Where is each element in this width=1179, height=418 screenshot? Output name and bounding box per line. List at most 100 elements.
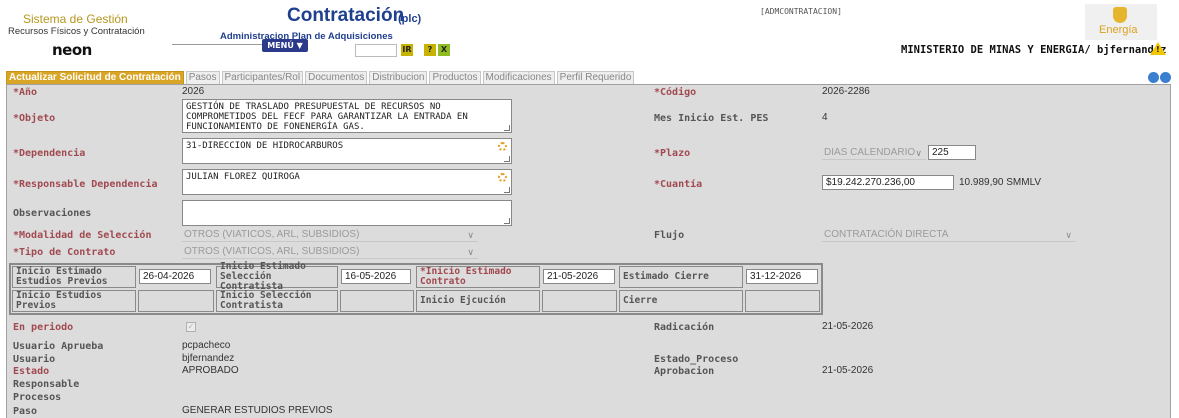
loading-icon bbox=[498, 173, 507, 182]
help-button[interactable]: ? bbox=[424, 44, 436, 56]
responsable-text: JULIAN FLOREZ QUIROGA bbox=[186, 172, 300, 182]
real-seleccion-label: Inicio Selección Contratista bbox=[216, 290, 338, 312]
estimado-cierre-input[interactable]: 31-12-2026 bbox=[746, 269, 818, 284]
tab-bar: Actualizar Solicitud de Contratación Pas… bbox=[6, 71, 636, 85]
flujo-select[interactable]: CONTRATACIÓN DIRECTA ∨ bbox=[822, 228, 1076, 242]
usuario-value: bjfernandez bbox=[182, 353, 235, 364]
tab-pasos[interactable]: Pasos bbox=[185, 71, 220, 85]
real-estudios-label: Inicio Estudios Previos bbox=[12, 290, 136, 312]
chevron-down-icon: ∨ bbox=[467, 247, 474, 257]
plazo-unit-value: DIAS CALENDARIO bbox=[824, 147, 916, 158]
chevron-down-icon: ∨ bbox=[1065, 230, 1072, 240]
tab-distribucion[interactable]: Distribucion bbox=[369, 71, 428, 85]
en-periodo-checkbox[interactable]: ✓ bbox=[186, 322, 196, 332]
close-button[interactable]: X bbox=[438, 44, 450, 56]
tab-documentos[interactable]: Documentos bbox=[305, 71, 368, 85]
resize-grip-icon[interactable] bbox=[504, 218, 510, 224]
responsable-label: Responsable bbox=[13, 379, 80, 390]
estado-label: Estado bbox=[13, 366, 50, 377]
go-button[interactable]: IR bbox=[401, 44, 413, 56]
inicio-estudios-input[interactable]: 26-04-2026 bbox=[139, 269, 211, 284]
tab-participantes[interactable]: Participantes/Rol bbox=[221, 71, 304, 85]
tab-productos[interactable]: Productos bbox=[429, 71, 481, 85]
real-ejecucion-label: Inicio Ejcución bbox=[416, 290, 540, 312]
next-tab-icon[interactable] bbox=[1160, 72, 1171, 83]
warning-glyph: ! bbox=[1156, 45, 1160, 54]
real-seleccion-value bbox=[340, 290, 414, 312]
energia-label: Energía bbox=[1099, 24, 1138, 36]
app-header: Sistema de Gestión Recursos Físicos y Co… bbox=[0, 0, 1179, 68]
form-panel bbox=[6, 84, 1171, 418]
responsable-dependencia-label: *Responsable Dependencia bbox=[13, 179, 158, 190]
responsable-field[interactable]: JULIAN FLOREZ QUIROGA bbox=[182, 169, 512, 195]
paso-label: Paso bbox=[13, 406, 38, 417]
modalidad-value: OTROS (VIATICOS, ARL, SUBSIDIOS) bbox=[184, 229, 360, 240]
tab-actualizar-solicitud[interactable]: Actualizar Solicitud de Contratación bbox=[6, 71, 184, 85]
mes-inicio-label: Mes Inicio Est. PES bbox=[654, 113, 769, 124]
brand-title: Sistema de Gestión bbox=[23, 12, 128, 26]
estimado-cierre-label: Estimado Cierre bbox=[619, 266, 743, 288]
cuantia-input[interactable]: $19.242.270.236,00 bbox=[822, 175, 954, 190]
app-suffix: (plc) bbox=[398, 13, 422, 25]
inicio-seleccion-input[interactable]: 16-05-2026 bbox=[341, 269, 411, 284]
real-cierre-label: Cierre bbox=[619, 290, 743, 312]
tab-modificaciones[interactable]: Modificaciones bbox=[482, 71, 555, 85]
tab-perfil-requerido[interactable]: Perfil Requerido bbox=[556, 71, 635, 85]
resize-grip-icon[interactable] bbox=[504, 125, 510, 131]
inicio-contrato-label: *Inicio Estimado Contrato bbox=[416, 266, 540, 288]
paso-value: GENERAR ESTUDIOS PREVIOS bbox=[182, 405, 333, 416]
estado-proceso-label: Estado_Proceso bbox=[654, 354, 739, 365]
radicacion-label: Radicación bbox=[654, 322, 715, 333]
mes-inicio-value: 4 bbox=[822, 112, 828, 123]
loading-icon bbox=[498, 142, 507, 151]
flujo-label: Flujo bbox=[654, 230, 685, 241]
real-cierre-value bbox=[745, 290, 820, 312]
observaciones-label: Observaciones bbox=[13, 208, 92, 219]
anio-value: 2026 bbox=[182, 86, 205, 97]
inicio-estudios-label: Inicio Estimado Estudios Previos bbox=[12, 266, 136, 288]
usuario-aprueba-value: pcpacheco bbox=[182, 340, 231, 351]
objeto-textarea[interactable]: GESTIÓN DE TRASLADO PRESUPUESTAL DE RECU… bbox=[182, 99, 512, 133]
plazo-label: *Plazo bbox=[654, 148, 691, 159]
plazo-input[interactable]: 225 bbox=[928, 145, 976, 160]
chevron-down-icon: ∨ bbox=[915, 148, 922, 158]
radicacion-value: 21-05-2026 bbox=[822, 321, 874, 332]
dates-table: Inicio Estimado Estudios Previos 26-04-2… bbox=[9, 262, 823, 315]
objeto-text: GESTIÓN DE TRASLADO PRESUPUESTAL DE RECU… bbox=[186, 102, 468, 132]
module-code: [ADMCONTRATACION] bbox=[760, 7, 842, 16]
dependencia-field[interactable]: 31-DIRECCION DE HIDROCARBUROS bbox=[182, 138, 512, 164]
usuario-aprueba-label: Usuario Aprueba bbox=[13, 341, 104, 352]
plazo-unit-select[interactable]: DIAS CALENDARIO ∨ bbox=[822, 146, 926, 160]
observaciones-textarea[interactable] bbox=[182, 200, 512, 226]
aprobacion-label: Aprobacion bbox=[654, 366, 715, 377]
inicio-contrato-input[interactable]: 21-05-2026 bbox=[543, 269, 615, 284]
codigo-label: *Código bbox=[654, 87, 697, 98]
dependencia-label: *Dependencia bbox=[13, 148, 86, 159]
en-periodo-label: En periodo bbox=[13, 322, 74, 333]
cuantia-label: *Cuantía bbox=[654, 179, 703, 190]
warning-icon[interactable]: ! bbox=[1150, 42, 1166, 55]
prev-tab-icon[interactable] bbox=[1148, 72, 1159, 83]
estado-value: APROBADO bbox=[182, 365, 239, 376]
menu-button[interactable]: MENÚ ▼ bbox=[262, 39, 308, 52]
tipo-contrato-label: *Tipo de Contrato bbox=[13, 247, 116, 258]
usuario-label: Usuario bbox=[13, 354, 56, 365]
neon-logo: neon bbox=[52, 41, 92, 59]
anio-label: *Año bbox=[13, 87, 38, 98]
brand-subtitle: Recursos Físicos y Contratación bbox=[8, 26, 145, 37]
resize-grip-icon[interactable] bbox=[504, 187, 510, 193]
procesos-label: Procesos bbox=[13, 392, 62, 403]
quick-search-input[interactable] bbox=[355, 44, 397, 57]
modalidad-label: *Modalidad de Selección bbox=[13, 230, 152, 241]
modalidad-select[interactable]: OTROS (VIATICOS, ARL, SUBSIDIOS) ∨ bbox=[182, 228, 478, 242]
cuantia-smmlv: 10.989,90 SMMLV bbox=[959, 177, 1042, 188]
chevron-down-icon: ∨ bbox=[467, 230, 474, 240]
objeto-label: *Objeto bbox=[13, 113, 56, 124]
tipo-contrato-select[interactable]: OTROS (VIATICOS, ARL, SUBSIDIOS) ∨ bbox=[182, 245, 478, 259]
resize-grip-icon[interactable] bbox=[504, 156, 510, 162]
codigo-value: 2026-2286 bbox=[822, 86, 870, 97]
real-ejecucion-value bbox=[542, 290, 617, 312]
tipo-contrato-value: OTROS (VIATICOS, ARL, SUBSIDIOS) bbox=[184, 246, 360, 257]
aprobacion-value: 21-05-2026 bbox=[822, 365, 874, 376]
shield-icon bbox=[1113, 7, 1127, 23]
